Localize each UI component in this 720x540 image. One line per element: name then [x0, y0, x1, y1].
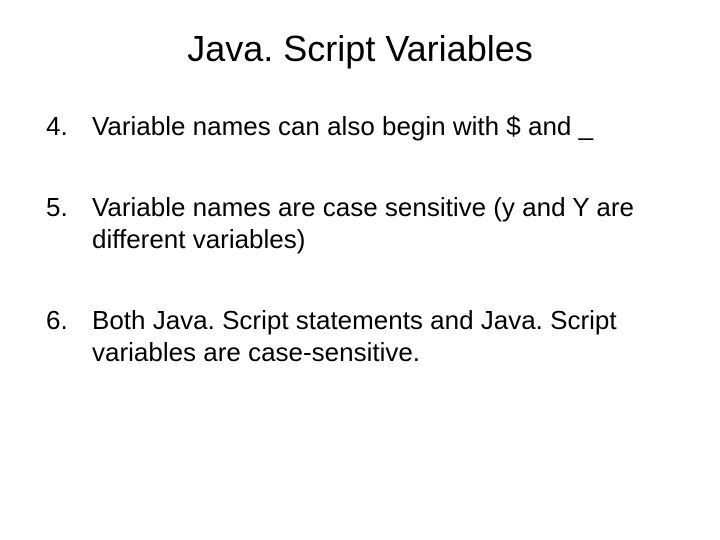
item-number: 5.: [46, 191, 68, 224]
list-item: 6. Both Java. Script statements and Java…: [40, 304, 680, 369]
slide-title: Java. Script Variables: [40, 28, 680, 70]
item-text: Variable names are case sensitive (y and…: [92, 192, 634, 255]
list-item: 5. Variable names are case sensitive (y …: [40, 191, 680, 256]
slide: Java. Script Variables 4. Variable names…: [0, 0, 720, 540]
item-text: Variable names can also begin with $ and…: [92, 111, 593, 141]
bullet-list: 4. Variable names can also begin with $ …: [40, 110, 680, 369]
item-text: Both Java. Script statements and Java. S…: [92, 305, 617, 368]
item-number: 4.: [46, 110, 68, 143]
item-number: 6.: [46, 304, 68, 337]
list-item: 4. Variable names can also begin with $ …: [40, 110, 680, 143]
